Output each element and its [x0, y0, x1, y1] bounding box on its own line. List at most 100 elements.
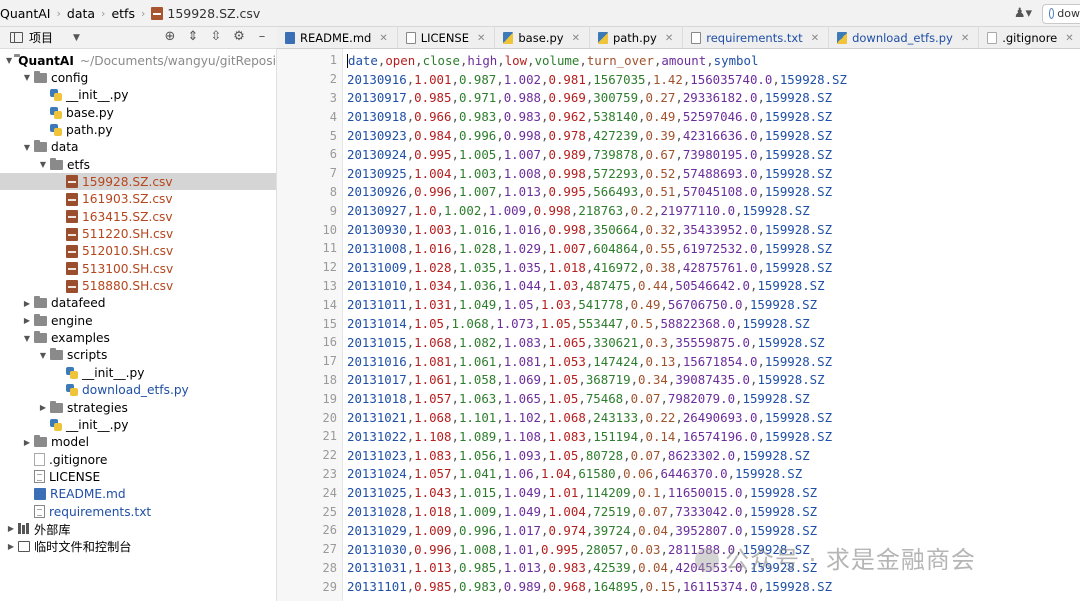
chevron-right-icon[interactable]: ▶: [6, 524, 16, 533]
tree-item[interactable]: ▶ model: [0, 434, 276, 451]
csv-comma: ,: [541, 410, 549, 426]
csv-comma: ,: [675, 240, 683, 256]
chevron-down-icon[interactable]: ▼: [38, 160, 48, 169]
tree-item[interactable]: ▶ 外部库: [0, 520, 276, 537]
project-view-selector[interactable]: 项目 ▼: [0, 29, 80, 46]
csv-cell: 1.068: [414, 334, 452, 350]
close-icon[interactable]: ✕: [572, 33, 580, 44]
chevron-down-icon[interactable]: ▼: [22, 334, 32, 343]
editor-tab[interactable]: README.md ✕: [277, 27, 398, 48]
tree-item[interactable]: 511220.SH.csv: [0, 226, 276, 243]
csv-cell: 20130924: [347, 146, 407, 162]
console-icon: [18, 540, 30, 552]
tree-item[interactable]: ▼ QuantAI ~/Documents/wangyu/gitRepositori…: [0, 52, 276, 69]
tree-item[interactable]: 161903.SZ.csv: [0, 191, 276, 208]
csv-cell: 20131021: [347, 410, 407, 426]
csv-cell: 1.031: [414, 297, 452, 313]
minimize-icon[interactable]: –: [255, 29, 269, 45]
csv-cell: 73980195.0: [682, 146, 758, 162]
tree-item[interactable]: ▼ config: [0, 69, 276, 86]
csv-cell: 159928.SZ: [749, 485, 818, 501]
editor-tab[interactable]: .gitignore ✕: [979, 27, 1080, 48]
tree-item[interactable]: 159928.SZ.csv: [0, 173, 276, 191]
tree-item[interactable]: ▶ datafeed: [0, 295, 276, 312]
tree-item[interactable]: LICENSE: [0, 468, 276, 485]
breadcrumb-data[interactable]: data: [67, 6, 95, 21]
tree-item[interactable]: .gitignore: [0, 451, 276, 468]
close-icon[interactable]: ✕: [1065, 33, 1073, 44]
tree-item[interactable]: ▶ 临时文件和控制台: [0, 538, 276, 555]
csv-cell: 20130925: [347, 165, 407, 181]
breadcrumb-project[interactable]: QuantAI: [0, 6, 50, 21]
csv-cell: 0.07: [630, 447, 661, 463]
csv-comma: ,: [675, 90, 683, 106]
breadcrumb-etfs[interactable]: etfs: [111, 6, 135, 21]
csv-cell: 20131024: [347, 466, 407, 482]
chevron-right-icon[interactable]: ▶: [38, 403, 48, 412]
csv-cell: 20131022: [347, 428, 407, 444]
csv-data-line: 18 20131017,1.061,1.058,1.069,1.05,368719…: [277, 371, 1080, 390]
run-config-selector[interactable]: dow: [1042, 3, 1080, 24]
close-icon[interactable]: ✕: [477, 33, 485, 44]
csv-cell: 1.101: [458, 410, 497, 426]
tree-item[interactable]: __init__.py: [0, 416, 276, 433]
tree-item[interactable]: base.py: [0, 104, 276, 121]
code-editor[interactable]: 1 date,open,close,high,low,volume,turn_ov…: [277, 49, 1080, 601]
csv-comma: ,: [578, 485, 586, 501]
csv-cell: 20131010: [347, 278, 407, 294]
locate-icon[interactable]: ⊕: [163, 29, 177, 45]
tree-item[interactable]: ▼ scripts: [0, 347, 276, 364]
editor-tab[interactable]: download_etfs.py ✕: [829, 27, 980, 48]
editor-tab[interactable]: LICENSE ✕: [398, 27, 496, 48]
csv-cell: 0.962: [548, 109, 586, 125]
tree-item[interactable]: ▼ examples: [0, 330, 276, 347]
close-icon[interactable]: ✕: [379, 33, 387, 44]
tree-item[interactable]: ▶ strategies: [0, 399, 276, 416]
tree-item[interactable]: README.md: [0, 486, 276, 503]
tree-item[interactable]: 513100.SH.csv: [0, 260, 276, 277]
csv-data-line: 15 20131014,1.05,1.068,1.073,1.05,553447,…: [277, 314, 1080, 333]
close-icon[interactable]: ✕: [811, 33, 819, 44]
csv-cell: 604864: [593, 240, 639, 256]
csv-comma: ,: [660, 485, 668, 501]
chevron-down-icon[interactable]: ▼: [38, 351, 48, 360]
csv-comma: ,: [533, 316, 542, 332]
tree-item[interactable]: __init__.py: [0, 364, 276, 381]
csv-cell: 58822368.0: [660, 316, 736, 332]
csv-cell: 39087435.0: [675, 372, 750, 388]
tree-item[interactable]: __init__.py: [0, 87, 276, 104]
csv-cell: 0.966: [414, 109, 452, 125]
chevron-right-icon[interactable]: ▶: [22, 299, 32, 308]
text-file-icon: [405, 32, 416, 44]
tree-item[interactable]: download_etfs.py: [0, 382, 276, 399]
tree-item[interactable]: 518880.SH.csv: [0, 278, 276, 295]
chevron-down-icon[interactable]: ▼: [6, 56, 12, 65]
user-icon[interactable]: ♟▾: [1010, 4, 1036, 24]
line-number: 21: [322, 429, 337, 444]
chevron-down-icon[interactable]: ▼: [22, 143, 32, 152]
chevron-right-icon[interactable]: ▶: [22, 438, 32, 447]
close-icon[interactable]: ✕: [961, 33, 969, 44]
chevron-right-icon[interactable]: ▶: [22, 316, 32, 325]
tree-item[interactable]: 512010.SH.csv: [0, 243, 276, 260]
chevron-right-icon[interactable]: ▶: [6, 542, 16, 551]
breadcrumb-file[interactable]: 159928.SZ.csv: [167, 6, 260, 21]
tree-item[interactable]: ▼ data: [0, 139, 276, 156]
gear-icon[interactable]: ⚙: [232, 29, 246, 45]
collapse-all-icon[interactable]: ⇳: [209, 29, 223, 45]
tree-item[interactable]: path.py: [0, 121, 276, 138]
editor-tab[interactable]: requirements.txt ✕: [683, 27, 830, 48]
code-text: 20131022,1.108,1.089,1.108,1.083,151194,…: [347, 429, 832, 444]
tree-item[interactable]: ▶ engine: [0, 312, 276, 329]
close-icon[interactable]: ✕: [665, 33, 673, 44]
code-text: 20130924,0.995,1.005,1.007,0.989,739878,…: [347, 147, 832, 162]
csv-cell: 1.008: [503, 165, 542, 181]
csv-cell: 15671854.0: [682, 353, 758, 369]
editor-tab[interactable]: path.py ✕: [590, 27, 684, 48]
tree-item[interactable]: 163415.SZ.csv: [0, 208, 276, 225]
expand-all-icon[interactable]: ⇕: [186, 29, 200, 45]
chevron-down-icon[interactable]: ▼: [22, 73, 32, 82]
editor-tab[interactable]: base.py ✕: [495, 27, 590, 48]
tree-item[interactable]: ▼ etfs: [0, 156, 276, 173]
tree-item[interactable]: requirements.txt: [0, 503, 276, 520]
